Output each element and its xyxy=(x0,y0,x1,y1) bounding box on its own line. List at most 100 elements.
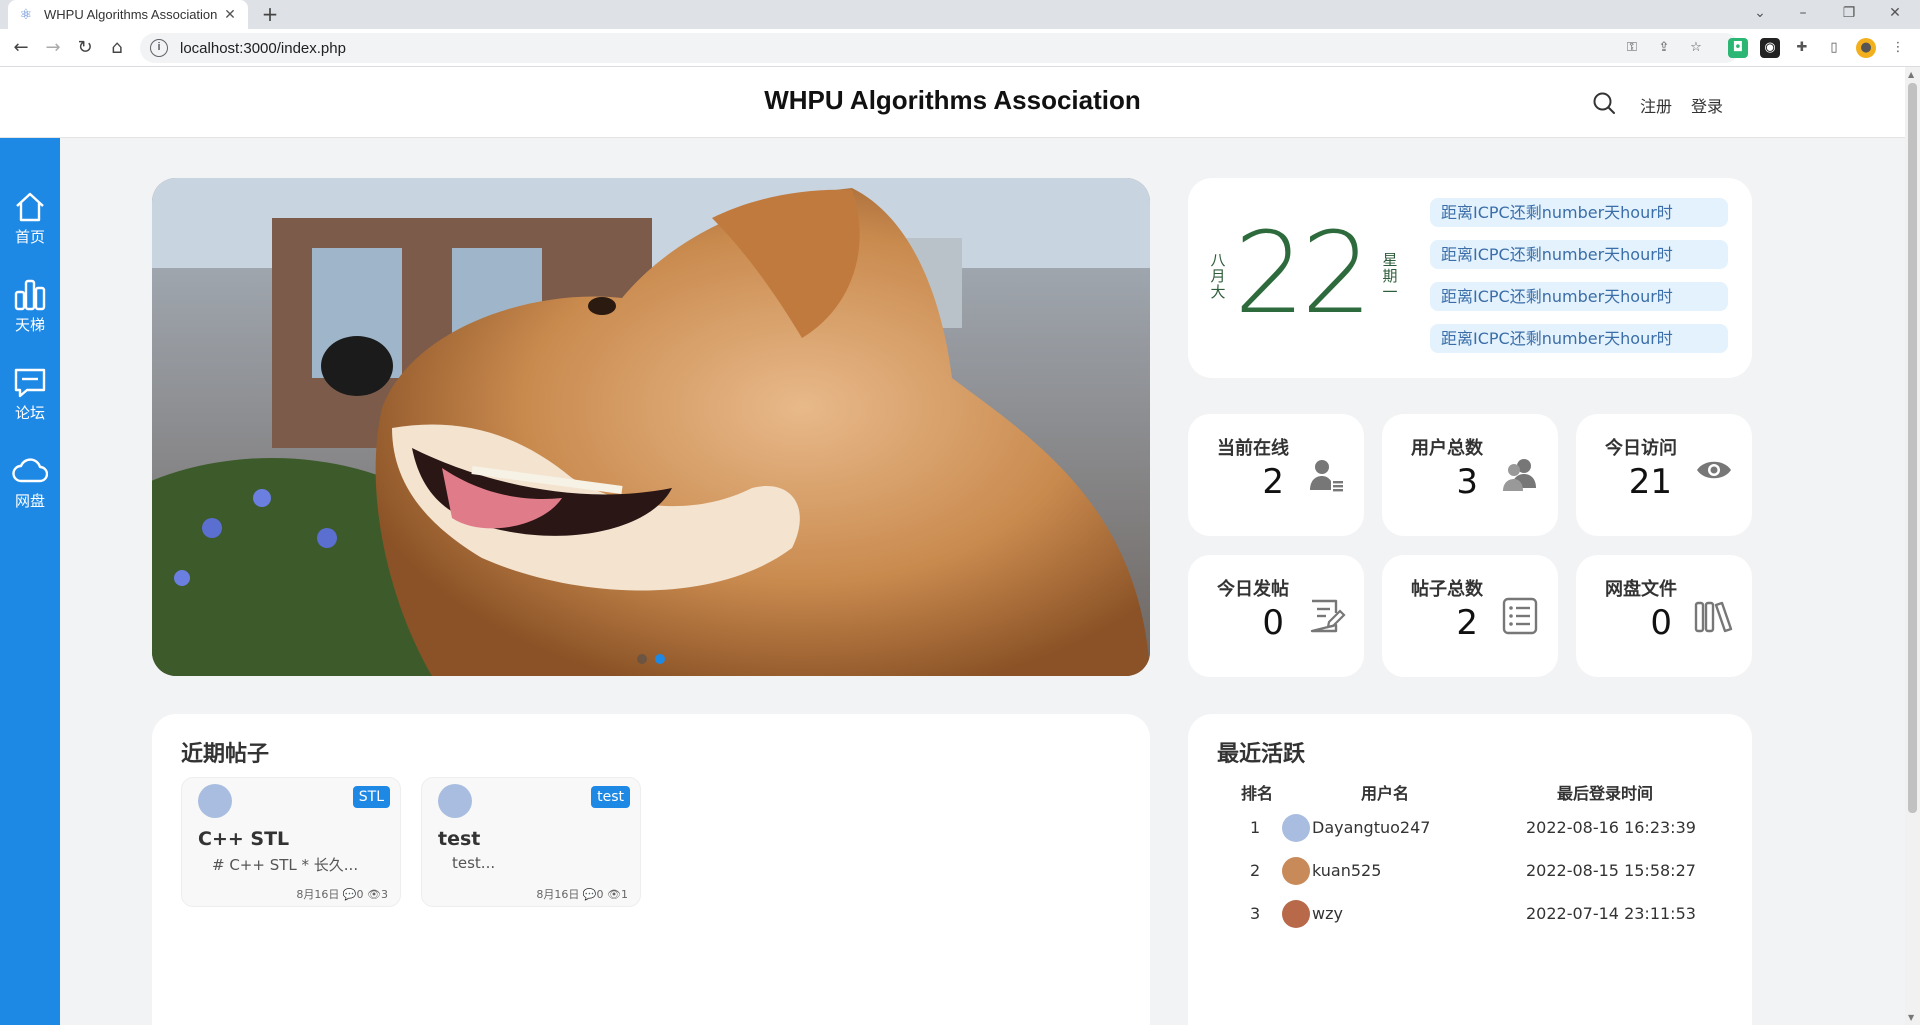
post-meta: 8月16日 💬0 👁1 xyxy=(536,888,628,901)
back-icon[interactable]: ← xyxy=(9,36,33,60)
post-excerpt: # C++ STL * 长久... xyxy=(212,856,359,874)
cloud-icon xyxy=(12,458,48,483)
user-avatar xyxy=(1282,814,1310,842)
address-bar[interactable]: i localhost:3000/index.php xyxy=(140,33,1740,63)
stat-today-visits: 今日访问 21 xyxy=(1576,414,1752,536)
table-row: 1 Dayangtuo247 2022-08-16 16:23:39 xyxy=(1188,808,1748,848)
extension-green-icon[interactable]: ◘ xyxy=(1728,38,1748,58)
sidebar-item-label: 天梯 xyxy=(14,316,45,334)
calendar-card: 八月大 22 星期一 距离ICPC还剩number天hour时 距离ICPC还剩… xyxy=(1188,178,1752,378)
countdown-item: 距离ICPC还剩number天hour时 xyxy=(1430,282,1728,311)
site-info-icon[interactable]: i xyxy=(150,39,168,57)
calendar-month: 八月大 xyxy=(1210,251,1226,301)
stat-label: 网盘文件 xyxy=(1605,579,1677,600)
side-panel-icon[interactable]: ▯ xyxy=(1824,38,1844,58)
stat-label: 当前在线 xyxy=(1217,438,1289,459)
last-login-cell: 2022-07-14 23:11:53 xyxy=(1526,904,1696,923)
bookmark-star-icon[interactable]: ☆ xyxy=(1686,38,1706,58)
carousel-dot-1[interactable] xyxy=(637,654,647,664)
recent-active-panel: 最近活跃 排名 用户名 最后登录时间 1 Dayangtuo247 2022-0… xyxy=(1188,714,1752,1025)
tab-close-icon[interactable]: ✕ xyxy=(222,7,238,23)
browser-toolbar: ← → ↻ ⌂ i localhost:3000/index.php ⚿ ⇪ ☆… xyxy=(0,29,1920,67)
minimize-icon[interactable]: – xyxy=(1788,2,1818,24)
sidebar-item-label: 首页 xyxy=(14,228,45,246)
key-icon[interactable]: ⚿ xyxy=(1622,38,1642,58)
stat-label: 帖子总数 xyxy=(1411,579,1483,600)
page-scrollbar[interactable]: ▲ ▼ xyxy=(1905,67,1920,1025)
post-tag[interactable]: test xyxy=(591,786,630,808)
user-list-icon xyxy=(1310,460,1343,492)
post-excerpt: test... xyxy=(452,854,496,872)
register-link[interactable]: 注册 xyxy=(1640,93,1672,117)
forward-icon[interactable]: → xyxy=(41,36,65,60)
books-icon xyxy=(1694,601,1733,633)
table-row: 3 wzy 2022-07-14 23:11:53 xyxy=(1188,894,1748,934)
corgi-photo xyxy=(152,178,1150,676)
tab-title: WHPU Algorithms Association xyxy=(44,7,218,22)
login-link[interactable]: 登录 xyxy=(1691,93,1723,117)
last-login-cell: 2022-08-16 16:23:39 xyxy=(1526,818,1696,837)
stat-total-users: 用户总数 3 xyxy=(1382,414,1558,536)
carousel-dot-2[interactable] xyxy=(655,654,665,664)
sidebar-item-label: 网盘 xyxy=(14,492,45,510)
share-icon[interactable]: ⇪ xyxy=(1654,38,1674,58)
post-meta: 8月16日 💬0 👁3 xyxy=(296,888,388,901)
scroll-down-icon[interactable]: ▼ xyxy=(1908,1013,1914,1022)
sidebar: 首页 天梯 论坛 网盘 xyxy=(0,138,60,1025)
rank-cell: 2 xyxy=(1250,861,1261,880)
stat-value: 0 xyxy=(1650,603,1672,643)
url-text: localhost:3000/index.php xyxy=(180,39,346,57)
site-header: WHPU Algorithms Association 注册 登录 xyxy=(0,67,1905,138)
column-header-last-login: 最后登录时间 xyxy=(1557,784,1654,803)
post-tag[interactable]: STL xyxy=(352,786,390,808)
profile-avatar-icon[interactable]: ● xyxy=(1856,38,1876,58)
stat-value: 3 xyxy=(1456,462,1478,502)
scroll-up-icon[interactable]: ▲ xyxy=(1908,70,1914,79)
react-favicon-icon: ⚛ xyxy=(19,6,33,23)
users-icon xyxy=(1503,459,1536,491)
scroll-thumb[interactable] xyxy=(1908,83,1917,813)
post-title[interactable]: C++ STL xyxy=(198,828,289,850)
post-card[interactable]: STL C++ STL # C++ STL * 长久... 8月16日 💬0 👁… xyxy=(181,777,401,907)
stat-netdisk-files: 网盘文件 0 xyxy=(1576,555,1752,677)
sidebar-item-ladder[interactable]: 天梯 xyxy=(0,272,60,342)
new-tab-button[interactable]: + xyxy=(258,3,282,27)
user-avatar xyxy=(1282,857,1310,885)
column-header-rank: 排名 xyxy=(1241,784,1274,803)
extension-dark-icon[interactable]: ◉ xyxy=(1760,38,1780,58)
user-avatar xyxy=(1282,900,1310,928)
carousel-indicators xyxy=(152,654,1150,664)
countdown-item: 距离ICPC还剩number天hour时 xyxy=(1430,324,1728,353)
stat-value: 21 xyxy=(1628,462,1672,502)
stat-online: 当前在线 2 xyxy=(1188,414,1364,536)
sidebar-item-netdisk[interactable]: 网盘 xyxy=(0,448,60,518)
search-icon[interactable] xyxy=(1592,91,1616,115)
post-card[interactable]: test test test... 8月16日 💬0 👁1 xyxy=(421,777,641,907)
sidebar-item-forum[interactable]: 论坛 xyxy=(0,360,60,430)
reload-icon[interactable]: ↻ xyxy=(73,36,97,60)
restore-icon[interactable]: ❐ xyxy=(1834,2,1864,24)
close-window-icon[interactable]: ✕ xyxy=(1880,2,1910,24)
home-browser-icon[interactable]: ⌂ xyxy=(105,36,129,60)
table-row: 2 kuan525 2022-08-15 15:58:27 xyxy=(1188,851,1748,891)
extensions-puzzle-icon[interactable]: ✚ xyxy=(1792,38,1812,58)
eye-icon xyxy=(1697,461,1731,479)
browser-tab[interactable]: ⚛ WHPU Algorithms Association ✕ xyxy=(8,0,248,29)
column-header-username: 用户名 xyxy=(1361,784,1410,803)
username-cell[interactable]: wzy xyxy=(1312,904,1343,923)
sidebar-item-home[interactable]: 首页 xyxy=(0,184,60,254)
username-cell[interactable]: kuan525 xyxy=(1312,861,1381,880)
post-title[interactable]: test xyxy=(438,828,480,850)
chat-icon xyxy=(14,368,46,398)
username-cell[interactable]: Dayangtuo247 xyxy=(1312,818,1430,837)
home-icon xyxy=(16,192,44,222)
browser-menu-icon[interactable]: ⋮ xyxy=(1888,38,1908,58)
list-icon xyxy=(1502,597,1538,635)
last-login-cell: 2022-08-15 15:58:27 xyxy=(1526,861,1696,880)
recent-posts-title: 近期帖子 xyxy=(181,742,270,767)
tab-search-icon[interactable]: ⌄ xyxy=(1745,2,1775,24)
image-carousel[interactable] xyxy=(152,178,1150,676)
stat-label: 今日发帖 xyxy=(1217,579,1289,600)
rank-cell: 3 xyxy=(1250,904,1261,923)
stat-value: 2 xyxy=(1456,603,1478,643)
